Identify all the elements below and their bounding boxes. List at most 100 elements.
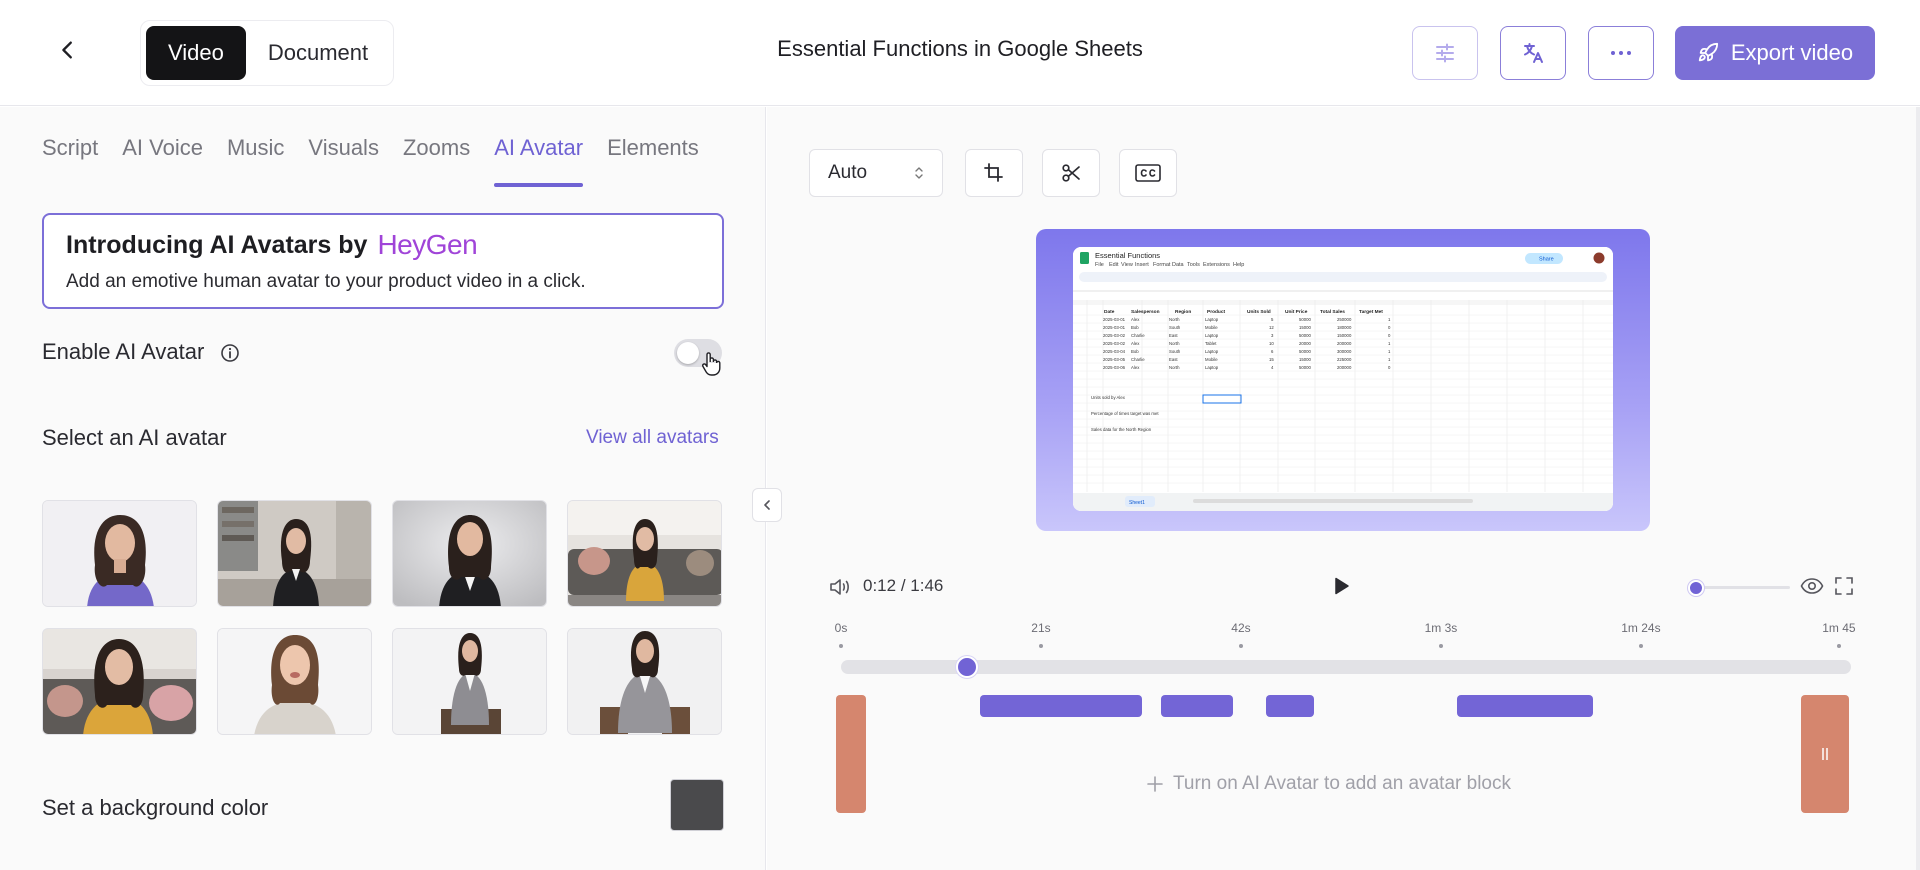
grip-icon bbox=[1822, 748, 1828, 760]
svg-text:15000: 15000 bbox=[1299, 357, 1312, 362]
zoom-block[interactable] bbox=[1266, 695, 1314, 717]
tab-elements[interactable]: Elements bbox=[607, 135, 699, 181]
svg-text:300000: 300000 bbox=[1337, 349, 1352, 354]
add-avatar-block-label: Turn on AI Avatar to add an avatar block bbox=[1173, 773, 1511, 794]
svg-text:2025-03-04: 2025-03-04 bbox=[1103, 349, 1126, 354]
tick-mark bbox=[1238, 644, 1243, 648]
zoom-block[interactable] bbox=[1457, 695, 1593, 717]
svg-text:Date: Date bbox=[1104, 309, 1115, 315]
rocket-icon bbox=[1698, 42, 1718, 62]
promo-title: Introducing AI Avatars by bbox=[66, 230, 368, 259]
avatar-option-1[interactable] bbox=[42, 500, 197, 607]
video-title[interactable]: Essential Functions in Google Sheets bbox=[640, 36, 1280, 62]
avatar-option-8[interactable] bbox=[567, 628, 722, 735]
svg-text:Product: Product bbox=[1207, 309, 1226, 315]
tab-script[interactable]: Script bbox=[42, 135, 98, 181]
scissors-icon bbox=[1062, 164, 1080, 182]
svg-text:225000: 225000 bbox=[1337, 357, 1352, 362]
svg-text:200000: 200000 bbox=[1337, 365, 1352, 370]
svg-text:Alex: Alex bbox=[1131, 317, 1140, 322]
svg-text:Total Sales: Total Sales bbox=[1320, 309, 1345, 315]
svg-text:Edit: Edit bbox=[1109, 262, 1119, 268]
svg-text:Percentage of times target was: Percentage of times target was met bbox=[1091, 411, 1159, 416]
timeline-scrubber[interactable] bbox=[841, 656, 1851, 678]
playback-time: 0:12 / 1:46 bbox=[863, 576, 943, 596]
zoom-slider-knob[interactable] bbox=[1688, 580, 1704, 596]
zoom-slider[interactable] bbox=[1688, 580, 1790, 596]
volume-button[interactable] bbox=[829, 577, 851, 602]
tick-mark bbox=[839, 644, 843, 648]
preview-visibility-button[interactable] bbox=[1800, 577, 1824, 600]
tab-ai-avatar[interactable]: AI Avatar bbox=[494, 135, 583, 187]
video-preview[interactable]: Essential Functions File Edit View Insert Fo… bbox=[1036, 229, 1650, 531]
editor-panel: Script AI Voice Music Visuals Zooms AI A… bbox=[0, 107, 766, 870]
collapse-panel-button[interactable] bbox=[752, 488, 782, 522]
trim-handle-end[interactable] bbox=[1801, 695, 1849, 813]
settings-button[interactable] bbox=[1412, 26, 1478, 80]
updown-chevron-icon bbox=[915, 167, 923, 179]
promo-subtitle: Add an emotive human avatar to your prod… bbox=[66, 271, 586, 292]
svg-text:50000: 50000 bbox=[1299, 349, 1312, 354]
more-options-button[interactable] bbox=[1588, 26, 1654, 80]
tab-visuals[interactable]: Visuals bbox=[308, 135, 379, 181]
export-video-button[interactable]: Export video bbox=[1675, 26, 1875, 80]
captions-button[interactable] bbox=[1119, 149, 1177, 197]
view-all-avatars-link[interactable]: View all avatars bbox=[586, 427, 719, 449]
tab-music[interactable]: Music bbox=[227, 135, 284, 181]
select-avatar-label: Select an AI avatar bbox=[42, 425, 227, 450]
cut-button[interactable] bbox=[1042, 149, 1100, 197]
hand-cursor-icon bbox=[702, 352, 721, 376]
tab-ai-voice[interactable]: AI Voice bbox=[122, 135, 203, 181]
mode-document-button[interactable]: Document bbox=[246, 26, 390, 80]
zoom-block[interactable] bbox=[980, 695, 1142, 717]
svg-text:15000: 15000 bbox=[1299, 325, 1312, 330]
play-button[interactable] bbox=[1330, 575, 1352, 602]
svg-text:Charlie: Charlie bbox=[1131, 357, 1145, 362]
svg-text:2025-03-06: 2025-03-06 bbox=[1103, 365, 1126, 370]
svg-text:South: South bbox=[1169, 325, 1181, 330]
svg-text:Tablet: Tablet bbox=[1205, 341, 1217, 346]
playhead[interactable] bbox=[956, 656, 978, 678]
avatar-option-2[interactable] bbox=[217, 500, 372, 607]
avatar-option-3[interactable] bbox=[392, 500, 547, 607]
enable-ai-avatar-label: Enable AI Avatar bbox=[42, 339, 205, 364]
svg-text:Bob: Bob bbox=[1131, 325, 1139, 330]
timeline-ruler: 0s 21s 42s 1m 3s 1m 24s 1m 45 bbox=[835, 621, 1856, 651]
aspect-ratio-value: Auto bbox=[828, 162, 868, 183]
avatar-option-6[interactable] bbox=[217, 628, 372, 735]
sheet-title: Essential Functions bbox=[1095, 251, 1160, 260]
info-icon[interactable] bbox=[220, 343, 240, 363]
speaker-icon bbox=[830, 579, 849, 595]
svg-text:50000: 50000 bbox=[1299, 317, 1312, 322]
trim-handle-start[interactable] bbox=[836, 695, 866, 813]
tick-label: 21s bbox=[1031, 621, 1051, 635]
avatar-option-5[interactable] bbox=[42, 628, 197, 735]
svg-text:Help: Help bbox=[1233, 262, 1244, 268]
translate-button[interactable] bbox=[1500, 26, 1566, 80]
aspect-ratio-select[interactable]: Auto bbox=[809, 149, 943, 197]
tab-zooms[interactable]: Zooms bbox=[403, 135, 470, 181]
back-button[interactable] bbox=[50, 32, 86, 68]
svg-text:50000: 50000 bbox=[1299, 333, 1312, 338]
svg-text:View: View bbox=[1121, 262, 1133, 268]
svg-text:Sales data for the North Regio: Sales data for the North Region bbox=[1091, 427, 1152, 432]
background-color-swatch[interactable] bbox=[670, 779, 724, 831]
svg-text:2025-03-02: 2025-03-02 bbox=[1103, 333, 1126, 338]
svg-text:Extensions: Extensions bbox=[1203, 262, 1230, 268]
avatar-option-4[interactable] bbox=[567, 500, 722, 607]
export-video-label: Export video bbox=[1730, 40, 1854, 65]
crop-icon bbox=[984, 163, 1003, 182]
tick-mark bbox=[1038, 644, 1043, 648]
zoom-block[interactable] bbox=[1161, 695, 1233, 717]
mode-video-button[interactable]: Video bbox=[146, 26, 246, 80]
tick-label: 1m 45 bbox=[1822, 621, 1856, 635]
captions-icon bbox=[1135, 164, 1161, 182]
svg-text:2025-03-02: 2025-03-02 bbox=[1103, 341, 1126, 346]
chevron-left-icon bbox=[764, 500, 770, 510]
current-time: 0:12 bbox=[863, 576, 897, 595]
svg-text:Units sold by Alex: Units sold by Alex bbox=[1091, 395, 1126, 400]
fullscreen-button[interactable] bbox=[1835, 577, 1853, 600]
crop-button[interactable] bbox=[965, 149, 1023, 197]
avatar-option-7[interactable] bbox=[392, 628, 547, 735]
heygen-promo-banner: Introducing AI Avatars by HeyGen Add an … bbox=[42, 213, 724, 309]
